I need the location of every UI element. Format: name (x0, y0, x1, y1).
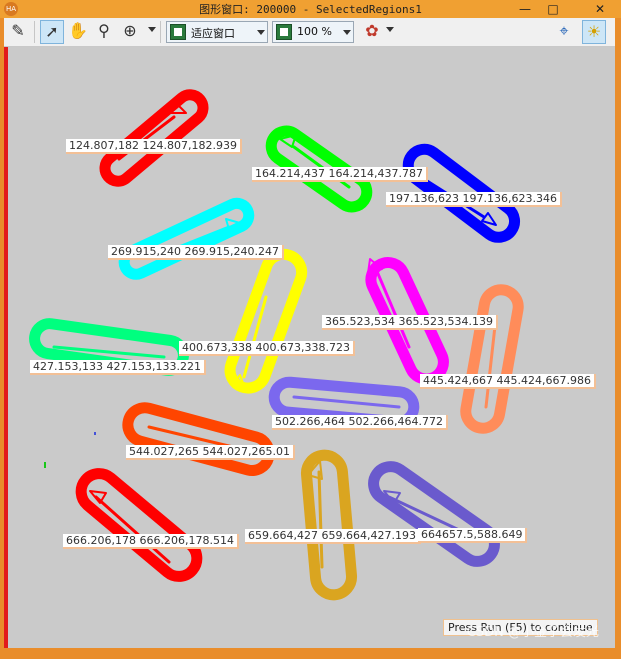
region-label: 664657.5,588.649 (418, 528, 528, 543)
region-label: 544.027,265 544.027,265.01 (126, 445, 295, 460)
zoom-percentage-value: 100 % (297, 25, 332, 38)
zoom-in-icon[interactable]: ⊕ (118, 20, 142, 44)
image-settings-icon (170, 24, 186, 40)
region-label: 269.915,240 269.915,240.247 (108, 245, 284, 260)
fit-window-dropdown[interactable]: 适应窗口 (166, 21, 268, 43)
window-titlebar: HA 图形窗口: 200000 - SelectedRegions1 — □ ✕ (0, 0, 621, 18)
palette-dropdown-chevron-icon[interactable] (386, 27, 394, 32)
pencil-icon[interactable]: ✎ (6, 20, 30, 44)
region-paperclip (75, 468, 203, 582)
region-paperclip (122, 402, 275, 476)
region-paperclip (99, 89, 209, 187)
noise-speck (94, 432, 96, 435)
noise-speck (44, 462, 46, 468)
watermark: CSDN @小金子会发光 (466, 625, 599, 640)
maximize-button[interactable]: □ (545, 1, 561, 17)
fit-window-label: 适应窗口 (191, 27, 235, 40)
region-label: 124.807,182 124.807,182.939 (66, 139, 242, 154)
region-paperclip (224, 248, 308, 394)
toolbar-divider (34, 21, 35, 43)
region-label: 164.214,437 164.214,437.787 (252, 167, 428, 182)
minimize-button[interactable]: — (517, 1, 533, 17)
region-label: 427.153,133 427.153,133.221 (30, 360, 206, 375)
hand-icon[interactable]: ✋ (66, 20, 90, 44)
region-paperclip (368, 461, 500, 567)
pointer-icon[interactable]: ➚ (40, 20, 64, 44)
region-paperclip (118, 197, 255, 280)
magnifier-icon[interactable]: ⚲ (92, 20, 116, 44)
region-label: 659.664,427 659.664,427.193 (245, 529, 421, 544)
chevron-down-icon (343, 30, 351, 35)
region-label: 365.523,534 365.523,534.139 (322, 315, 498, 330)
region-label: 197.136,623 197.136,623.346 (386, 192, 562, 207)
chevron-down-icon (257, 30, 265, 35)
graphics-canvas[interactable]: 124.807,182 124.807,182.939 164.214,437 … (4, 47, 615, 648)
region-label: 502.266,464 502.266,464.772 (272, 415, 448, 430)
region-label: 445.424,667 445.424,667.986 (420, 374, 596, 389)
toolbar: ✎ ➚ ✋ ⚲ ⊕ 适应窗口 100 % ✿ ⌖ ☀ (4, 18, 615, 47)
region-paperclip (300, 449, 358, 601)
toolbar-divider (160, 21, 161, 43)
close-button[interactable]: ✕ (592, 1, 608, 17)
region-picker-icon[interactable]: ⌖ (552, 20, 576, 44)
zoom-percentage-dropdown[interactable]: 100 % (272, 21, 354, 43)
zoom-image-icon (276, 24, 292, 40)
region-paperclip (460, 284, 524, 434)
region-label: 400.673,338 400.673,338.723 (179, 341, 355, 356)
left-edge-strip (4, 47, 8, 648)
region-label: 666.206,178 666.206,178.514 (63, 534, 239, 549)
palette-icon[interactable]: ✿ (360, 20, 384, 44)
lightbulb-icon[interactable]: ☀ (582, 20, 606, 44)
zoom-dropdown-chevron-icon[interactable] (148, 27, 156, 32)
